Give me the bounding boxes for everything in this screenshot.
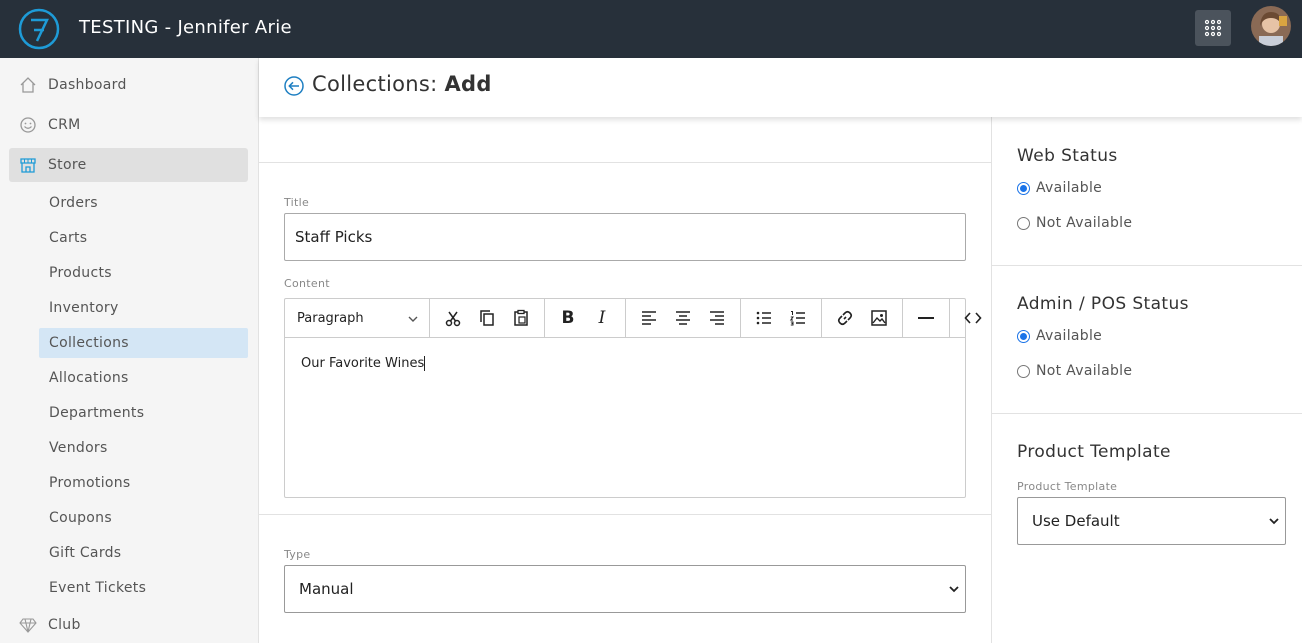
paste-icon[interactable] (504, 303, 538, 333)
admin-status-not-available-option[interactable]: Not Available (1017, 363, 1132, 379)
sidebar-item-coupons[interactable]: Coupons (39, 503, 248, 533)
radio-unchecked-icon[interactable] (1017, 216, 1030, 230)
page-header: Collections: Add (259, 58, 1302, 117)
app-title: TESTING - Jennifer Arie (79, 17, 292, 38)
top-bar: TESTING - Jennifer Arie (0, 0, 1302, 58)
editor-text: Our Favorite Wines (301, 356, 425, 371)
radio-checked-icon[interactable] (1017, 329, 1030, 343)
sidebar-item-gift-cards[interactable]: Gift Cards (39, 538, 248, 568)
editor-toolbar: Paragraph B I (285, 298, 982, 338)
option-label: Not Available (1036, 363, 1133, 379)
sidebar-item-dashboard[interactable]: Dashboard (9, 68, 248, 102)
product-template-label: Product Template (1017, 480, 1118, 493)
sidebar-item-inventory[interactable]: Inventory (39, 293, 248, 323)
sidebar-item-promotions[interactable]: Promotions (39, 468, 248, 498)
main-form: Title Content Paragraph B I (259, 117, 992, 643)
block-format-dropdown[interactable]: Paragraph (291, 303, 423, 333)
diamond-icon (18, 615, 38, 635)
web-status-not-available-option[interactable]: Not Available (1017, 215, 1132, 231)
option-label: Available (1036, 328, 1103, 344)
type-select-value: Manual (299, 580, 354, 598)
smiley-icon (18, 115, 38, 135)
link-icon[interactable] (828, 303, 862, 333)
toolbar-group: B I (545, 298, 626, 338)
divider (992, 413, 1302, 414)
option-label: Available (1036, 180, 1103, 196)
title-input[interactable] (284, 213, 966, 261)
chevron-down-icon (408, 316, 418, 322)
admin-status-title: Admin / POS Status (1017, 294, 1189, 314)
product-template-value: Use Default (1032, 512, 1120, 530)
logo-icon[interactable] (18, 8, 60, 50)
admin-status-available-option[interactable]: Available (1017, 328, 1102, 344)
italic-icon[interactable]: I (585, 303, 619, 333)
type-select[interactable]: Manual (284, 565, 966, 613)
toolbar-group: Paragraph (285, 298, 430, 338)
store-icon (18, 155, 38, 175)
sidebar: Dashboard CRM Store Orders Carts Product… (0, 58, 259, 643)
radio-checked-icon[interactable] (1017, 181, 1030, 195)
sidebar-item-departments[interactable]: Departments (39, 398, 248, 428)
option-label: Not Available (1036, 215, 1133, 231)
numbered-list-icon[interactable] (781, 303, 815, 333)
page-title: Collections: Add (312, 72, 492, 96)
sidebar-item-label: Store (48, 157, 87, 173)
toolbar-group (950, 299, 996, 338)
product-template-select[interactable]: Use Default (1017, 497, 1286, 545)
align-center-icon[interactable] (666, 303, 700, 333)
sidebar-item-orders[interactable]: Orders (39, 188, 248, 218)
bold-icon[interactable]: B (551, 303, 585, 333)
bullet-list-icon[interactable] (747, 303, 781, 333)
horizontal-rule-icon[interactable] (909, 303, 943, 333)
toolbar-group (822, 298, 903, 338)
sidebar-item-label: CRM (48, 117, 81, 133)
web-status-title: Web Status (1017, 146, 1118, 166)
back-arrow-icon[interactable] (283, 75, 305, 97)
sidebar-item-label: Club (48, 617, 81, 633)
sidebar-item-label: Dashboard (48, 77, 127, 93)
title-label: Title (284, 196, 310, 209)
toolbar-group (741, 298, 822, 338)
chevron-down-icon (1269, 518, 1279, 525)
align-right-icon[interactable] (700, 303, 734, 333)
sidebar-item-crm[interactable]: CRM (9, 108, 248, 142)
toolbar-group (626, 298, 741, 338)
sidebar-item-vendors[interactable]: Vendors (39, 433, 248, 463)
apps-grid-button[interactable] (1195, 10, 1231, 46)
sidebar-item-club[interactable]: Club (9, 608, 248, 642)
divider (992, 265, 1302, 266)
sidebar-item-collections[interactable]: Collections (39, 328, 248, 358)
copy-icon[interactable] (470, 303, 504, 333)
home-icon (18, 75, 38, 95)
content-label: Content (284, 277, 330, 290)
toolbar-group (430, 298, 545, 338)
user-avatar[interactable] (1251, 6, 1291, 46)
divider (259, 514, 992, 515)
text-caret (424, 356, 426, 371)
status-panel: Web Status Available Not Available Admin… (992, 117, 1302, 643)
chevron-down-icon (949, 586, 959, 593)
align-left-icon[interactable] (632, 303, 666, 333)
sidebar-item-store[interactable]: Store (9, 148, 248, 182)
cut-icon[interactable] (436, 303, 470, 333)
sidebar-item-carts[interactable]: Carts (39, 223, 248, 253)
divider (259, 162, 992, 163)
block-format-value: Paragraph (297, 310, 364, 326)
toolbar-group (903, 298, 950, 338)
web-status-available-option[interactable]: Available (1017, 180, 1102, 196)
sidebar-item-allocations[interactable]: Allocations (39, 363, 248, 393)
code-icon[interactable] (956, 303, 990, 333)
type-label: Type (284, 548, 311, 561)
grid-icon (1204, 19, 1222, 37)
product-template-title: Product Template (1017, 442, 1171, 462)
radio-unchecked-icon[interactable] (1017, 364, 1030, 378)
rich-text-editor: Paragraph B I Our Favorite Wines (284, 298, 982, 498)
image-icon[interactable] (862, 303, 896, 333)
sidebar-item-event-tickets[interactable]: Event Tickets (39, 573, 248, 603)
editor-content[interactable]: Our Favorite Wines (285, 338, 965, 389)
sidebar-item-products[interactable]: Products (39, 258, 248, 288)
